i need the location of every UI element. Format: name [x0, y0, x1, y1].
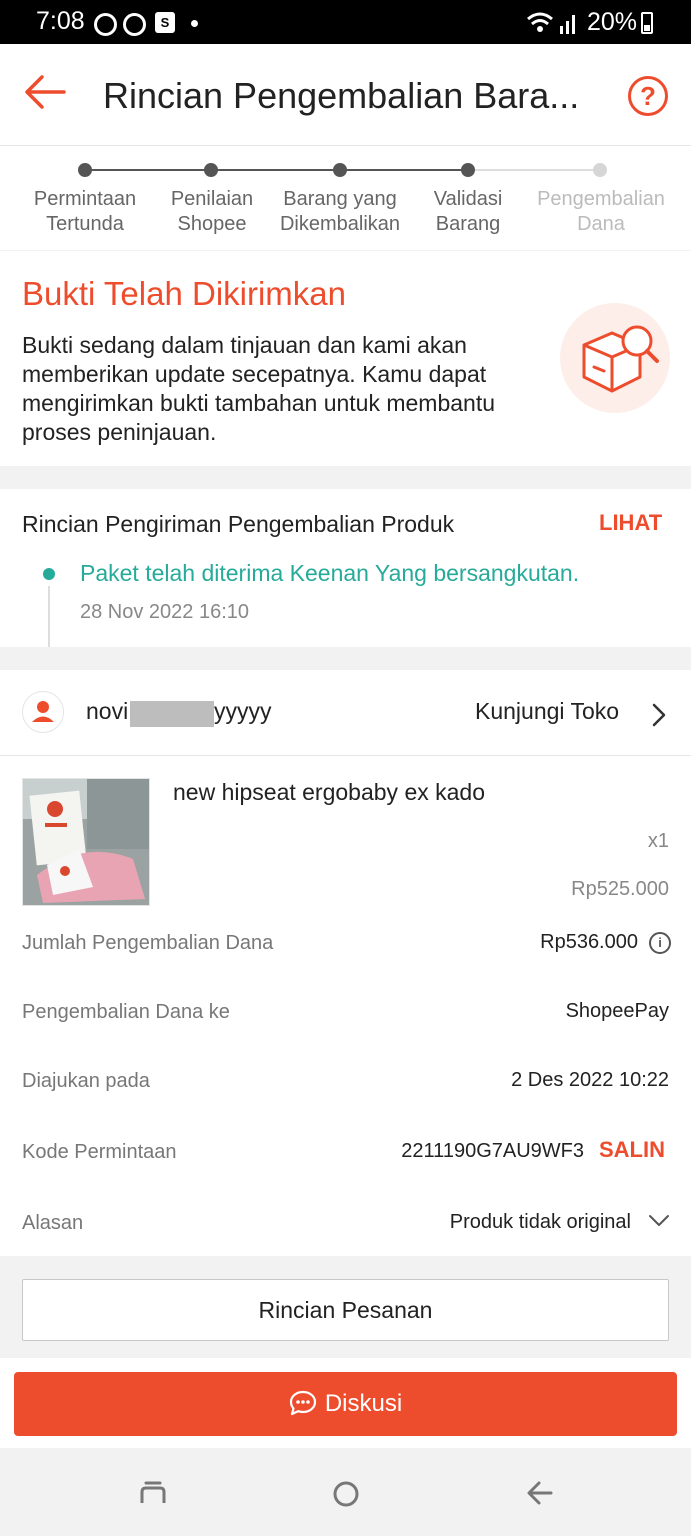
shopping-bag-icon: S — [155, 12, 175, 33]
page-title: Rincian Pengembalian Bara... — [103, 75, 580, 116]
progress-step-dot — [593, 163, 607, 177]
progress-step-dot — [78, 163, 92, 177]
shop-name-suffix: yyyyy — [214, 698, 272, 724]
timeline-line — [48, 586, 50, 647]
progress-line-pending — [468, 169, 600, 171]
request-code-label: Kode Permintaan — [22, 1141, 177, 1163]
product-thumbnail[interactable] — [22, 778, 150, 906]
status-description: Bukti sedang dalam tinjauan dan kami aka… — [22, 332, 496, 445]
return-status-card: Bukti Telah Dikirimkan Bukti sedang dala… — [0, 251, 691, 466]
order-detail-button[interactable]: Rincian Pesanan — [22, 1279, 669, 1341]
timeline-dot — [43, 568, 55, 580]
product-quantity: x1 — [647, 830, 669, 852]
shop-name-prefix: novi — [86, 698, 129, 724]
nav-back-icon[interactable] — [526, 1480, 554, 1506]
copy-code-button[interactable]: SALIN — [599, 1137, 665, 1163]
reason-value[interactable]: Produk tidak original — [450, 1211, 631, 1234]
refund-amount-value: Rp536.000 — [540, 931, 638, 953]
view-shipping-link[interactable]: LIHAT — [599, 510, 662, 536]
chevron-down-icon[interactable] — [648, 1214, 670, 1228]
progress-step-dot — [333, 163, 347, 177]
progress-step-label: Barang yang Dikembalikan — [279, 188, 401, 235]
progress-step-dot — [461, 163, 475, 177]
request-code-value: 2211190G7AU9WF3 — [401, 1140, 584, 1162]
shop-name-redaction — [130, 701, 214, 727]
home-icon[interactable] — [332, 1480, 360, 1508]
package-search-icon — [560, 303, 670, 413]
divider — [0, 755, 691, 756]
status-time: 7:08 — [36, 7, 85, 35]
wifi-signal-icon — [527, 12, 575, 34]
shipping-title: Rincian Pengiriman Pengembalian Produk — [22, 511, 455, 537]
progress-step-label: Validasi Barang — [433, 188, 503, 235]
return-progress-tracker: Permintaan Tertunda Penilaian Shopee Bar… — [0, 146, 691, 250]
return-detail-card: novi yyyyy Kunjungi Toko new hipseat erg… — [0, 670, 691, 1256]
system-nav-bar — [0, 1448, 691, 1536]
chat-bubble-icon — [289, 1390, 316, 1415]
shop-avatar — [22, 691, 64, 733]
progress-step-dot — [204, 163, 218, 177]
progress-step-label: Permintaan Tertunda — [33, 188, 137, 235]
refund-amount-label: Jumlah Pengembalian Dana — [22, 932, 274, 954]
notification-circle-icon — [94, 13, 117, 36]
discuss-button[interactable]: Diskusi — [14, 1372, 677, 1436]
info-icon[interactable]: i — [649, 932, 671, 954]
reason-label: Alasan — [22, 1212, 84, 1234]
battery-percent: 20% — [587, 8, 638, 36]
visit-shop-link[interactable]: Kunjungi Toko — [475, 698, 619, 725]
chevron-right-icon[interactable] — [652, 703, 666, 727]
notification-dot-icon — [191, 20, 198, 27]
back-arrow-icon[interactable] — [24, 74, 66, 110]
help-icon[interactable]: ? — [628, 76, 668, 116]
shipping-event-text: Paket telah diterima Keenan Yang bersang… — [80, 560, 580, 586]
progress-step-label: Pengembalian Dana — [537, 188, 665, 235]
discuss-button-label: Diskusi — [324, 1390, 403, 1417]
submitted-date-value: 2 Des 2022 10:22 — [511, 1069, 669, 1091]
app-header: Rincian Pengembalian Bara... ? — [0, 44, 691, 146]
status-title: Bukti Telah Dikirimkan — [22, 275, 347, 312]
product-price: Rp525.000 — [571, 878, 669, 900]
submitted-date-label: Diajukan pada — [22, 1070, 150, 1092]
refund-destination-label: Pengembalian Dana ke — [22, 1001, 230, 1023]
product-name: new hipseat ergobaby ex kado — [173, 779, 485, 805]
bottom-action-bar: Diskusi — [0, 1358, 691, 1448]
return-shipping-card: Rincian Pengiriman Pengembalian Produk L… — [0, 489, 691, 647]
progress-line-done — [85, 169, 468, 171]
status-bar: 7:08 S 20% — [0, 0, 691, 44]
notification-circle-icon — [123, 13, 146, 36]
recent-apps-icon[interactable] — [138, 1480, 168, 1506]
refund-destination-value: ShopeePay — [565, 1000, 669, 1022]
battery-icon — [641, 12, 653, 34]
progress-step-label: Penilaian Shopee — [170, 188, 254, 235]
shipping-event-time: 28 Nov 2022 16:10 — [80, 601, 250, 623]
